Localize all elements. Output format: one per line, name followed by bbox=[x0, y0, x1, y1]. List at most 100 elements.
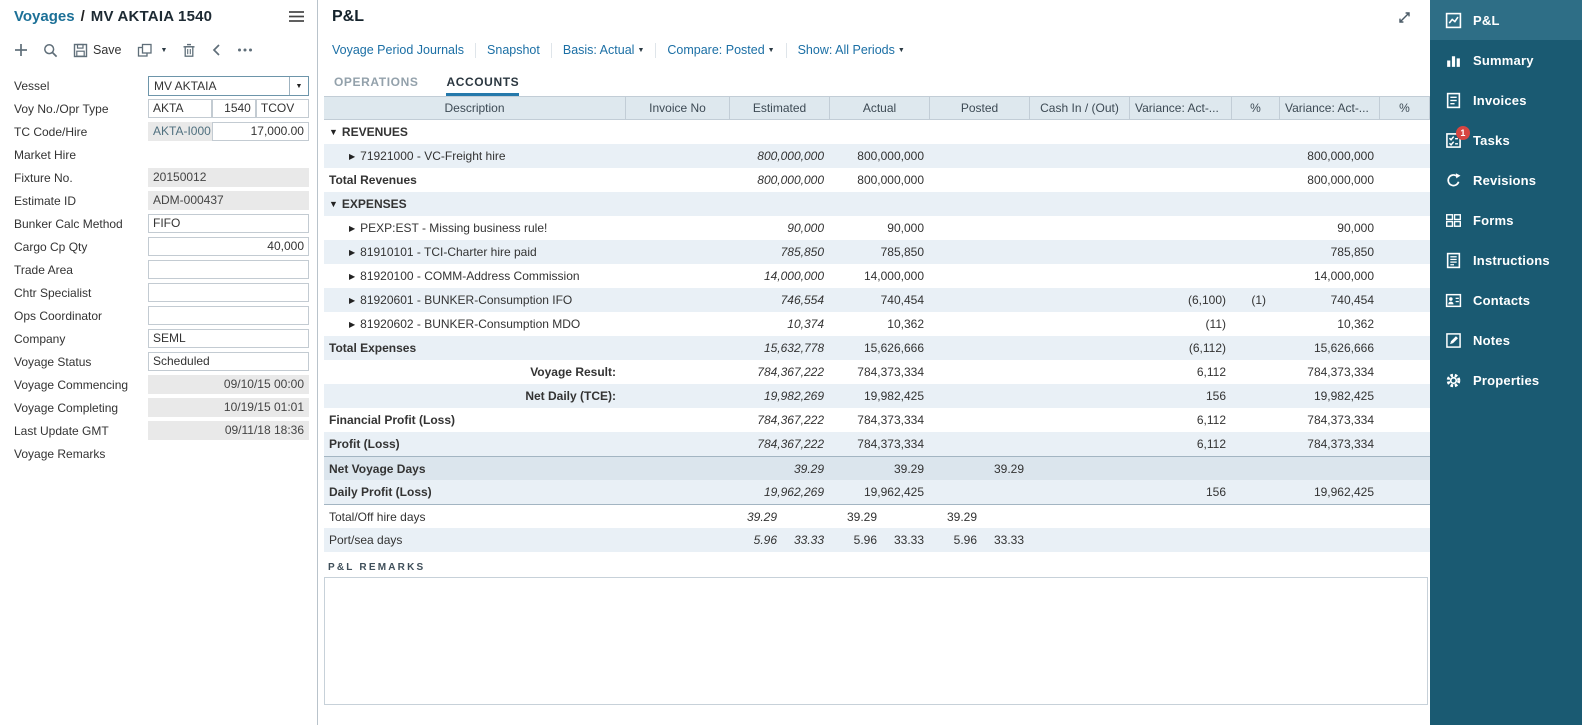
row-label-cell: ▶81920602 - BUNKER-Consumption MDO bbox=[324, 317, 626, 331]
save-button[interactable]: Save bbox=[73, 43, 122, 58]
copy-voyage-button[interactable]: ▼ bbox=[137, 43, 168, 58]
sidebar-item-instructions[interactable]: Instructions bbox=[1430, 240, 1582, 280]
pair-value: 39.29 bbox=[930, 510, 977, 524]
cell-act: 784,373,334 bbox=[830, 365, 930, 379]
field-value[interactable]: FIFO bbox=[148, 214, 309, 233]
pnl-row-81910101-tci-charter-hire-paid[interactable]: ▶81910101 - TCI-Charter hire paid785,850… bbox=[324, 240, 1430, 264]
pnl-row-71921000-vc-freight-hire[interactable]: ▶71921000 - VC-Freight hire800,000,00080… bbox=[324, 144, 1430, 168]
sidebar-item-properties[interactable]: Properties bbox=[1430, 360, 1582, 400]
field-value[interactable] bbox=[148, 283, 309, 302]
field-label: Estimate ID bbox=[14, 194, 148, 208]
sidebar-item-summary[interactable]: Summary bbox=[1430, 40, 1582, 80]
cell-v1: (6,112) bbox=[1130, 341, 1232, 355]
field-voyage-status: Voyage StatusScheduled bbox=[0, 350, 317, 373]
field-value[interactable]: 17,000.00 bbox=[212, 122, 309, 141]
cell-v2: 740,454 bbox=[1280, 293, 1380, 307]
row-expand-icon[interactable]: ▶ bbox=[349, 152, 355, 161]
toolbar-show-all-periods[interactable]: Show: All Periods▼ bbox=[798, 43, 905, 57]
row-expand-icon[interactable]: ▶ bbox=[349, 320, 355, 329]
pnl-row-revenues[interactable]: ▼REVENUES bbox=[324, 120, 1430, 144]
row-label-cell: Net Voyage Days bbox=[324, 462, 626, 476]
field-values: Scheduled bbox=[148, 352, 309, 371]
pair-value bbox=[777, 510, 824, 524]
row-label: Total/Off hire days bbox=[329, 510, 426, 524]
copy-caret-icon[interactable]: ▼ bbox=[161, 47, 168, 54]
pair-value: 5.96 bbox=[830, 533, 877, 547]
pair-value: 5.96 bbox=[730, 533, 777, 547]
menu-icon[interactable] bbox=[288, 9, 305, 24]
field-value[interactable]: SEML bbox=[148, 329, 309, 348]
pnl-remarks-input[interactable] bbox=[324, 577, 1428, 705]
vessel-select[interactable]: MV AKTAIA▼ bbox=[148, 76, 309, 96]
field-company: CompanySEML bbox=[0, 327, 317, 350]
breadcrumb-voyages[interactable]: Voyages bbox=[14, 8, 75, 25]
sidebar-item-forms[interactable]: Forms bbox=[1430, 200, 1582, 240]
row-expand-icon[interactable]: ▶ bbox=[349, 224, 355, 233]
column-header-description-0[interactable]: Description bbox=[324, 97, 626, 119]
field-value[interactable]: AKTA bbox=[148, 99, 212, 118]
add-button[interactable] bbox=[14, 43, 28, 57]
field-value[interactable] bbox=[148, 306, 309, 325]
toolbar-voyage-period-journals[interactable]: Voyage Period Journals bbox=[332, 43, 464, 57]
toolbar-separator bbox=[655, 43, 656, 58]
row-label: 81920100 - COMM-Address Commission bbox=[360, 269, 579, 283]
column-header-variance-act-8[interactable]: Variance: Act-... bbox=[1280, 97, 1380, 119]
collapse-panel-icon[interactable] bbox=[1397, 10, 1412, 25]
pnl-row-pexp-est-missing-business-rule[interactable]: ▶PEXP:EST - Missing business rule!90,000… bbox=[324, 216, 1430, 240]
row-label: Financial Profit (Loss) bbox=[329, 413, 455, 427]
more-options-icon[interactable] bbox=[237, 47, 253, 53]
pnl-row-81920100-comm-address-commission[interactable]: ▶ 81920100 - COMM-Address Commission 14,00… bbox=[324, 264, 1430, 288]
column-header-actual-3[interactable]: Actual bbox=[830, 97, 930, 119]
field-value[interactable]: 40,000 bbox=[148, 237, 309, 256]
sidebar-item-revisions[interactable]: Revisions bbox=[1430, 160, 1582, 200]
row-expand-icon[interactable]: ▶ bbox=[349, 248, 355, 257]
vessel-select-value[interactable]: MV AKTAIA bbox=[149, 77, 289, 95]
row-label-cell: Port/sea days bbox=[324, 533, 626, 547]
section-collapse-icon[interactable]: ▼ bbox=[329, 199, 338, 209]
back-icon[interactable] bbox=[211, 43, 222, 57]
column-header-estimated-2[interactable]: Estimated bbox=[730, 97, 830, 119]
field-values bbox=[148, 306, 309, 325]
field-label: Last Update GMT bbox=[14, 424, 148, 438]
search-icon[interactable] bbox=[43, 43, 58, 58]
column-header--7[interactable]: % bbox=[1232, 97, 1280, 119]
sidebar-item-label: Revisions bbox=[1473, 173, 1536, 188]
row-label-cell: Total/Off hire days bbox=[324, 510, 626, 524]
toolbar-compare-posted[interactable]: Compare: Posted▼ bbox=[667, 43, 774, 57]
column-header-invoice-no-1[interactable]: Invoice No bbox=[626, 97, 730, 119]
sidebar-item-tasks[interactable]: 1Tasks bbox=[1430, 120, 1582, 160]
cell-act: 14,000,000 bbox=[830, 269, 930, 283]
column-header-posted-4[interactable]: Posted bbox=[930, 97, 1030, 119]
cell-est: 19,962,269 bbox=[730, 485, 830, 499]
sidebar-item-notes[interactable]: Notes bbox=[1430, 320, 1582, 360]
pnl-row-expenses[interactable]: ▼EXPENSES bbox=[324, 192, 1430, 216]
field-value[interactable] bbox=[148, 260, 309, 279]
field-value[interactable]: TCOV bbox=[256, 99, 309, 118]
row-expand-icon[interactable]: ▶ bbox=[349, 272, 355, 281]
sidebar-item-invoices[interactable]: Invoices bbox=[1430, 80, 1582, 120]
cell-est: 90,000 bbox=[730, 221, 830, 235]
toolbar-basis-actual[interactable]: Basis: Actual▼ bbox=[563, 43, 645, 57]
field-value[interactable]: Scheduled bbox=[148, 352, 309, 371]
toolbar-snapshot[interactable]: Snapshot bbox=[487, 43, 540, 57]
pnl-row-81920602-bunker-consumption-mdo[interactable]: ▶81920602 - BUNKER-Consumption MDO10,374… bbox=[324, 312, 1430, 336]
column-header-variance-act-6[interactable]: Variance: Act-... bbox=[1130, 97, 1232, 119]
pnl-row-daily-profit-loss: Daily Profit (Loss)19,962,26919,962,4251… bbox=[324, 480, 1430, 504]
chevron-down-icon: ▼ bbox=[768, 47, 775, 54]
sidebar-item-contacts[interactable]: Contacts bbox=[1430, 280, 1582, 320]
delete-button[interactable] bbox=[182, 43, 196, 58]
cell-est: 39.29 bbox=[730, 510, 830, 524]
row-expand-icon[interactable]: ▶ bbox=[349, 296, 355, 305]
field-values bbox=[148, 145, 309, 164]
tab-operations[interactable]: OPERATIONS bbox=[334, 75, 418, 96]
column-header-cash-in-out-5[interactable]: Cash In / (Out) bbox=[1030, 97, 1130, 119]
pair-value: 5.96 bbox=[930, 533, 977, 547]
field-value[interactable]: 1540 bbox=[212, 99, 255, 118]
field-trade-area: Trade Area bbox=[0, 258, 317, 281]
section-collapse-icon[interactable]: ▼ bbox=[329, 127, 338, 137]
tab-accounts[interactable]: ACCOUNTS bbox=[446, 75, 519, 96]
column-header--9[interactable]: % bbox=[1380, 97, 1430, 119]
pnl-row-81920601-bunker-consumption-ifo[interactable]: ▶81920601 - BUNKER-Consumption IFO746,55… bbox=[324, 288, 1430, 312]
sidebar-item-p-l[interactable]: P&L bbox=[1430, 0, 1582, 40]
dropdown-arrow-icon[interactable]: ▼ bbox=[289, 77, 308, 95]
